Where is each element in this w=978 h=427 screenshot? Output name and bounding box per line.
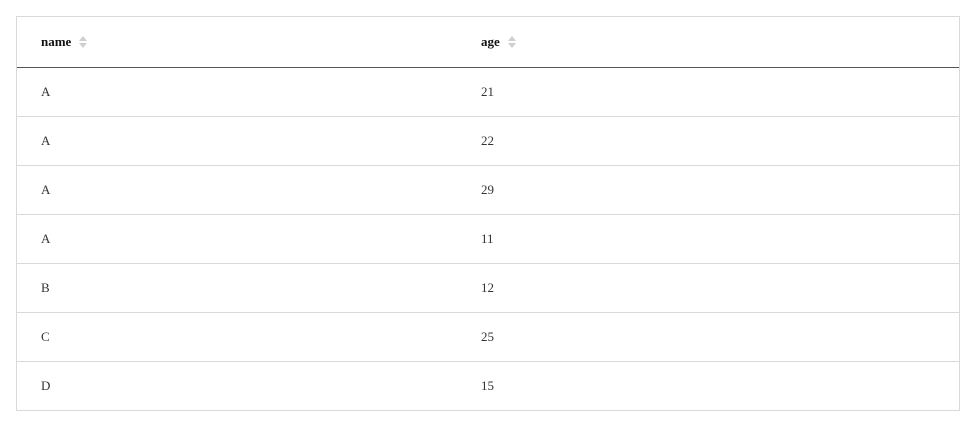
column-header-age[interactable]: age [457,17,959,68]
cell-name: A [17,67,457,117]
table-row: A 21 [17,67,959,117]
column-header-name[interactable]: name [17,17,457,68]
cell-name: C [17,312,457,362]
cell-age: 15 [481,377,494,393]
column-header-label: name [41,33,72,49]
sort-descending-icon[interactable] [79,42,88,48]
table-row: A 22 [17,116,959,166]
sort-caret-icon[interactable] [507,35,516,48]
cell-age: 29 [457,165,959,215]
cell-name: D [41,377,51,393]
column-header-label: age [481,33,500,49]
cell-age: 25 [457,312,959,362]
cell-name: B [17,263,457,313]
table-row: D 15 [17,361,959,410]
sort-caret-icon[interactable] [79,35,88,48]
cell-age: 12 [457,263,959,313]
table-row: A 11 [17,214,959,264]
sort-ascending-icon[interactable] [507,35,516,41]
table-body: A 21 A 22 A 29 A 11 B 12 C 25 D 15 [17,67,959,410]
sort-ascending-icon[interactable] [79,35,88,41]
data-table: name age A 21 A 22 A 29 A 11 B 12 C 25 D… [16,16,960,411]
cell-name: A [17,116,457,166]
table-row: B 12 [17,263,959,313]
cell-name: A [17,214,457,264]
cell-age: 11 [457,214,959,264]
cell-age: 21 [457,67,959,117]
header-row: name age [17,17,959,68]
sort-descending-icon[interactable] [507,42,516,48]
table-header: name age [17,17,959,68]
table-row: A 29 [17,165,959,215]
table: name age A 21 A 22 A 29 A 11 B 12 C 25 D… [17,17,959,410]
table-row: C 25 [17,312,959,362]
cell-age: 22 [457,116,959,166]
cell-name: A [17,165,457,215]
